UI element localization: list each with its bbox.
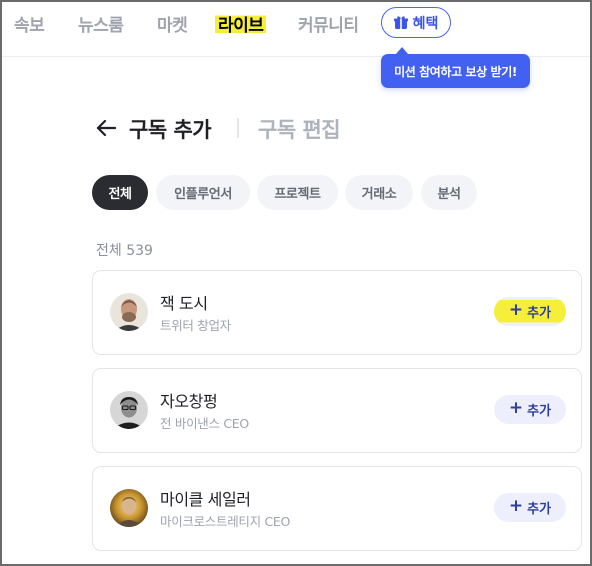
edit-subscriptions-link[interactable]: 구독 편집 [258,114,341,144]
avatar [110,293,148,331]
benefit-button[interactable]: 혜택 [381,7,451,38]
back-button[interactable] [94,116,118,140]
avatar [110,489,148,527]
add-label: 추가 [527,306,552,321]
nav-item-breaking[interactable]: 속보 [14,11,45,36]
mission-tooltip[interactable]: 미션 참여하고 보상 받기! [381,54,530,88]
tab-all[interactable]: 전체 [92,175,148,210]
person-role: 전 바이낸스 CEO [160,416,249,431]
list-item: 마이클 세일러 마이크로스트레티지 CEO + 추가 [92,466,582,551]
page-title: 구독 추가 [129,118,212,142]
add-subscription-button[interactable]: + 추가 [494,297,566,326]
nav-item-market[interactable]: 마켓 [157,11,188,36]
add-label: 추가 [527,404,552,419]
plus-icon: + [508,398,524,418]
add-label: 추가 [527,502,552,517]
tab-analysis[interactable]: 분석 [421,175,477,210]
tab-project[interactable]: 프로젝트 [257,175,338,210]
nav-item-community[interactable]: 커뮤니티 [298,11,359,36]
add-subscription-button[interactable]: + 추가 [494,395,566,424]
nav-item-live[interactable]: 라이브 [215,11,267,36]
tooltip-text: 미션 참여하고 보상 받기! [394,64,517,79]
plus-icon: + [508,496,524,516]
top-nav: 속보 뉴스룸 마켓 라이브 커뮤니티 혜택 [0,0,592,44]
person-role: 트위터 창업자 [160,318,231,333]
title-divider [237,118,239,138]
total-count: 전체 539 [96,243,153,259]
add-subscription-button[interactable]: + 추가 [494,493,566,522]
list-item: 잭 도시 트위터 창업자 + 추가 [92,270,582,355]
avatar [110,391,148,429]
tab-influencer[interactable]: 인플루언서 [156,175,250,210]
person-name: 자오창펑 [160,392,218,411]
arrow-left-icon [96,119,116,137]
person-name: 마이클 세일러 [160,490,251,509]
benefit-label: 혜택 [412,15,439,32]
gift-icon [393,16,408,29]
person-role: 마이크로스트레티지 CEO [160,514,291,529]
tab-exchange[interactable]: 거래소 [345,175,413,210]
tooltip-arrow [396,47,408,54]
plus-icon: + [508,300,524,320]
nav-item-newsroom[interactable]: 뉴스룸 [78,11,124,36]
list-item: 자오창펑 전 바이낸스 CEO + 추가 [92,368,582,453]
person-name: 잭 도시 [160,294,208,313]
